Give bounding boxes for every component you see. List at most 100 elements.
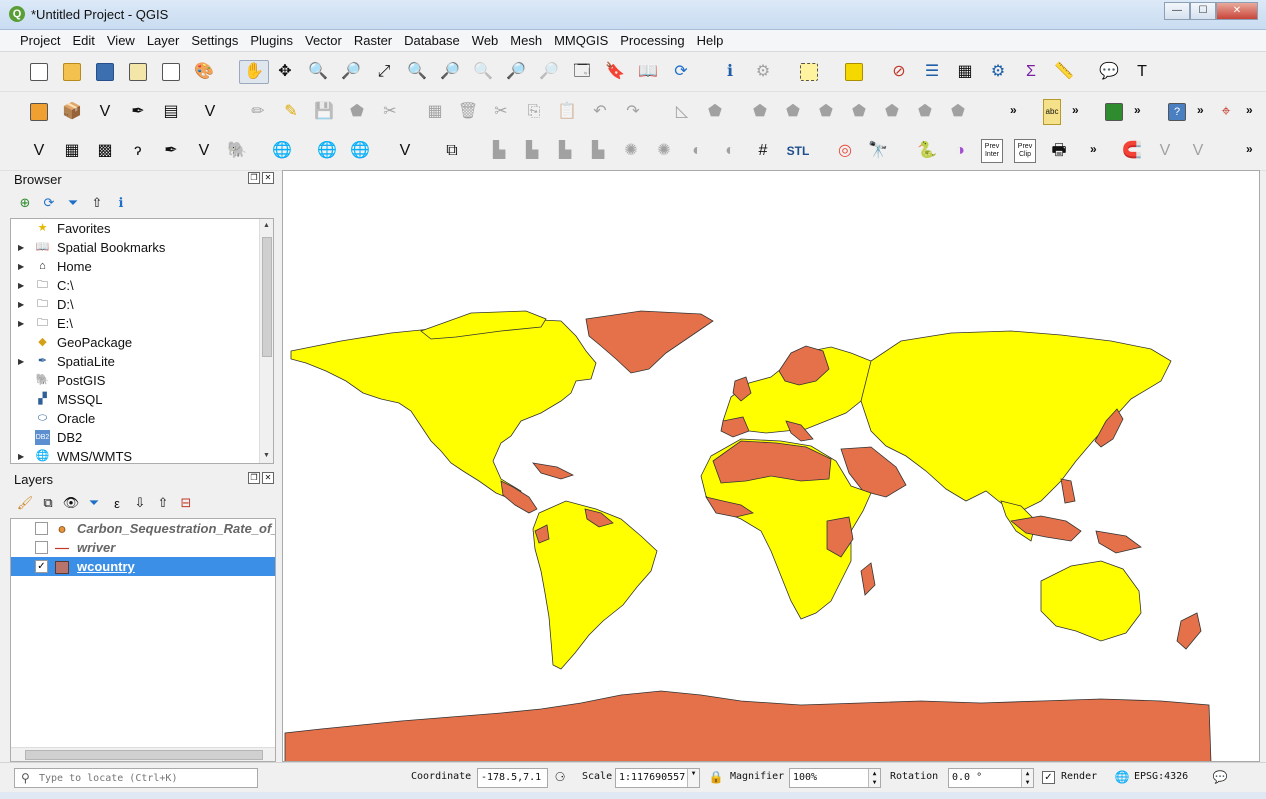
print-layout-icon[interactable] <box>159 60 183 84</box>
raster-tool-2-icon[interactable]: ▙ <box>520 139 544 163</box>
collapse-all-icon[interactable]: ⇧ <box>88 194 106 212</box>
toolbar-more-button[interactable]: » <box>1197 103 1204 117</box>
statistical-summary-icon[interactable]: Σ <box>1019 60 1043 84</box>
save-project-icon[interactable] <box>93 60 117 84</box>
menu-vector[interactable]: Vector <box>299 30 348 51</box>
layer-item-wriver[interactable]: wriver <box>11 538 275 557</box>
delete-selected-icon[interactable]: 🗑 <box>456 100 480 124</box>
float-panel-button[interactable]: ❐ <box>248 472 260 484</box>
browser-item-c-drive[interactable]: ▶ 🗀 C:\ <box>11 276 273 295</box>
run-action-icon[interactable]: ⚙ <box>751 60 775 84</box>
close-button[interactable]: ✕ <box>1216 2 1258 20</box>
add-virtual-layer-icon[interactable]: V <box>192 139 216 163</box>
prev-clip-icon[interactable]: Prev Clip <box>1014 139 1036 163</box>
raster-tool-5-icon[interactable]: ✺ <box>619 139 643 163</box>
new-memory-layer-icon[interactable]: ▤ <box>159 100 183 124</box>
minimize-button[interactable]: — <box>1164 2 1190 20</box>
plugin-color-icon[interactable]: ◑ <box>948 139 972 163</box>
current-edits-icon[interactable]: ✏ <box>246 100 270 124</box>
vertex-tool-icon[interactable]: ✂ <box>378 100 402 124</box>
menu-mmqgis[interactable]: MMQGIS <box>548 30 614 51</box>
help-contents-icon[interactable]: ? <box>1165 100 1189 124</box>
menu-project[interactable]: Project <box>14 30 66 51</box>
delete-ring-icon[interactable]: ⬟ <box>814 100 838 124</box>
zoom-in-icon[interactable]: 🔍 <box>306 60 330 84</box>
layer-item-carbon-sequestration[interactable]: Carbon_Sequestration_Rate_of_ <box>11 519 275 538</box>
menu-view[interactable]: View <box>101 30 141 51</box>
browser-item-wms-wmts[interactable]: ▶ 🌐 WMS/WMTS <box>11 447 273 463</box>
rotation-field[interactable]: 0.0 ° ▲ ▼ <box>948 768 1034 788</box>
layer-visibility-checkbox[interactable] <box>35 541 48 554</box>
add-postgis-icon[interactable]: 🐘 <box>225 139 249 163</box>
deselect-icon[interactable]: ⊘ <box>887 60 911 84</box>
paste-features-icon[interactable]: 📋 <box>555 100 579 124</box>
prev-inter-icon[interactable]: Prev Inter <box>981 139 1003 163</box>
undo-icon[interactable]: ↶ <box>588 100 612 124</box>
add-arcgis-layer-icon[interactable]: V <box>393 139 417 163</box>
add-database-layer-icon[interactable]: ⧉ <box>440 139 464 163</box>
layers-horizontal-scrollbar[interactable] <box>11 747 275 761</box>
filter-legend-icon[interactable]: ⏷ <box>85 494 103 512</box>
select-features-icon[interactable] <box>797 60 821 84</box>
zoom-native-icon[interactable]: 🔍 <box>471 60 495 84</box>
coordinate-field[interactable]: -178.5,7.1 <box>477 768 548 788</box>
open-layer-styling-icon[interactable]: 🖌 <box>16 494 34 512</box>
cut-features-icon[interactable]: ✂ <box>489 100 513 124</box>
stl-export-icon[interactable]: STL <box>783 139 813 163</box>
browser-item-db2[interactable]: DB2 DB2 <box>11 428 273 447</box>
scale-field[interactable]: 1:117690557 ▼ <box>615 768 700 788</box>
modify-attributes-icon[interactable]: ▦ <box>423 100 447 124</box>
select-by-value-icon[interactable] <box>842 60 866 84</box>
toolbar-more-button[interactable]: » <box>1072 103 1079 117</box>
toolbar-more-button[interactable]: » <box>1246 142 1253 156</box>
scroll-down-icon[interactable]: ▼ <box>260 449 273 463</box>
raster-tool-4-icon[interactable]: ▙ <box>586 139 610 163</box>
browser-scrollbar[interactable]: ▲ ▼ <box>259 219 273 463</box>
grid-icon[interactable]: # <box>751 139 775 163</box>
add-selected-layers-icon[interactable]: ⊕ <box>16 194 34 212</box>
virtual-layer-icon[interactable]: V <box>198 100 222 124</box>
add-raster-layer-icon[interactable]: ▦ <box>60 139 84 163</box>
snapping-vertex-icon[interactable]: V <box>1153 139 1177 163</box>
toggle-extents-icon[interactable]: ⚆ <box>552 769 568 785</box>
crs-label[interactable]: EPSG:4326 <box>1134 771 1188 782</box>
pan-map-icon[interactable]: ✋ <box>239 60 269 84</box>
add-ring-icon[interactable]: ⬟ <box>748 100 772 124</box>
expand-arrow-icon[interactable]: ▶ <box>18 295 24 314</box>
rotation-spinner-icon[interactable]: ▲ ▼ <box>1021 769 1033 787</box>
magnifier-spinner-icon[interactable]: ▲ ▼ <box>868 769 880 787</box>
pan-to-selection-icon[interactable]: ✥ <box>273 60 297 84</box>
new-bookmark-icon[interactable]: 🔖 <box>603 60 627 84</box>
browser-item-postgis[interactable]: 🐘 PostGIS <box>11 371 273 390</box>
messages-icon[interactable]: 💬 <box>1212 769 1228 785</box>
add-spatialite-icon[interactable]: ✒ <box>159 139 183 163</box>
browser-item-e-drive[interactable]: ▶ 🗀 E:\ <box>11 314 273 333</box>
menu-help[interactable]: Help <box>691 30 730 51</box>
menu-mesh[interactable]: Mesh <box>504 30 548 51</box>
python-console-icon[interactable]: 🐍 <box>915 139 939 163</box>
menu-database[interactable]: Database <box>398 30 466 51</box>
menu-web[interactable]: Web <box>466 30 505 51</box>
expand-arrow-icon[interactable]: ▶ <box>18 352 24 371</box>
zoom-last-icon[interactable]: 🔎 <box>504 60 528 84</box>
reshape-icon[interactable]: ⬟ <box>880 100 904 124</box>
browser-item-spatialite[interactable]: ▶ ✒ SpatiaLite <box>11 352 273 371</box>
manage-map-themes-icon[interactable]: 👁 <box>62 494 80 512</box>
expand-arrow-icon[interactable]: ▶ <box>18 276 24 295</box>
refresh-browser-icon[interactable]: ⟳ <box>40 194 58 212</box>
redo-icon[interactable]: ↷ <box>621 100 645 124</box>
crs-globe-icon[interactable]: 🌐 <box>1114 769 1130 785</box>
spatialite-layer-icon[interactable]: ✒ <box>126 100 150 124</box>
add-vector-layer-icon[interactable]: V <box>27 139 51 163</box>
browser-item-mssql[interactable]: ▞ MSSQL <box>11 390 273 409</box>
locator-input[interactable] <box>39 770 253 786</box>
split-parts-icon[interactable]: ⬟ <box>946 100 970 124</box>
print-icon[interactable]: 🖶 <box>1047 139 1071 163</box>
float-panel-button[interactable]: ❐ <box>248 172 260 184</box>
properties-icon[interactable]: ℹ <box>112 194 130 212</box>
expand-all-icon[interactable]: ⇩ <box>131 494 149 512</box>
add-wfs-icon[interactable]: 🌐 <box>348 139 372 163</box>
lock-scale-icon[interactable]: 🔒 <box>708 769 724 785</box>
copy-features-icon[interactable]: ⎘ <box>522 100 546 124</box>
open-project-icon[interactable] <box>60 60 84 84</box>
